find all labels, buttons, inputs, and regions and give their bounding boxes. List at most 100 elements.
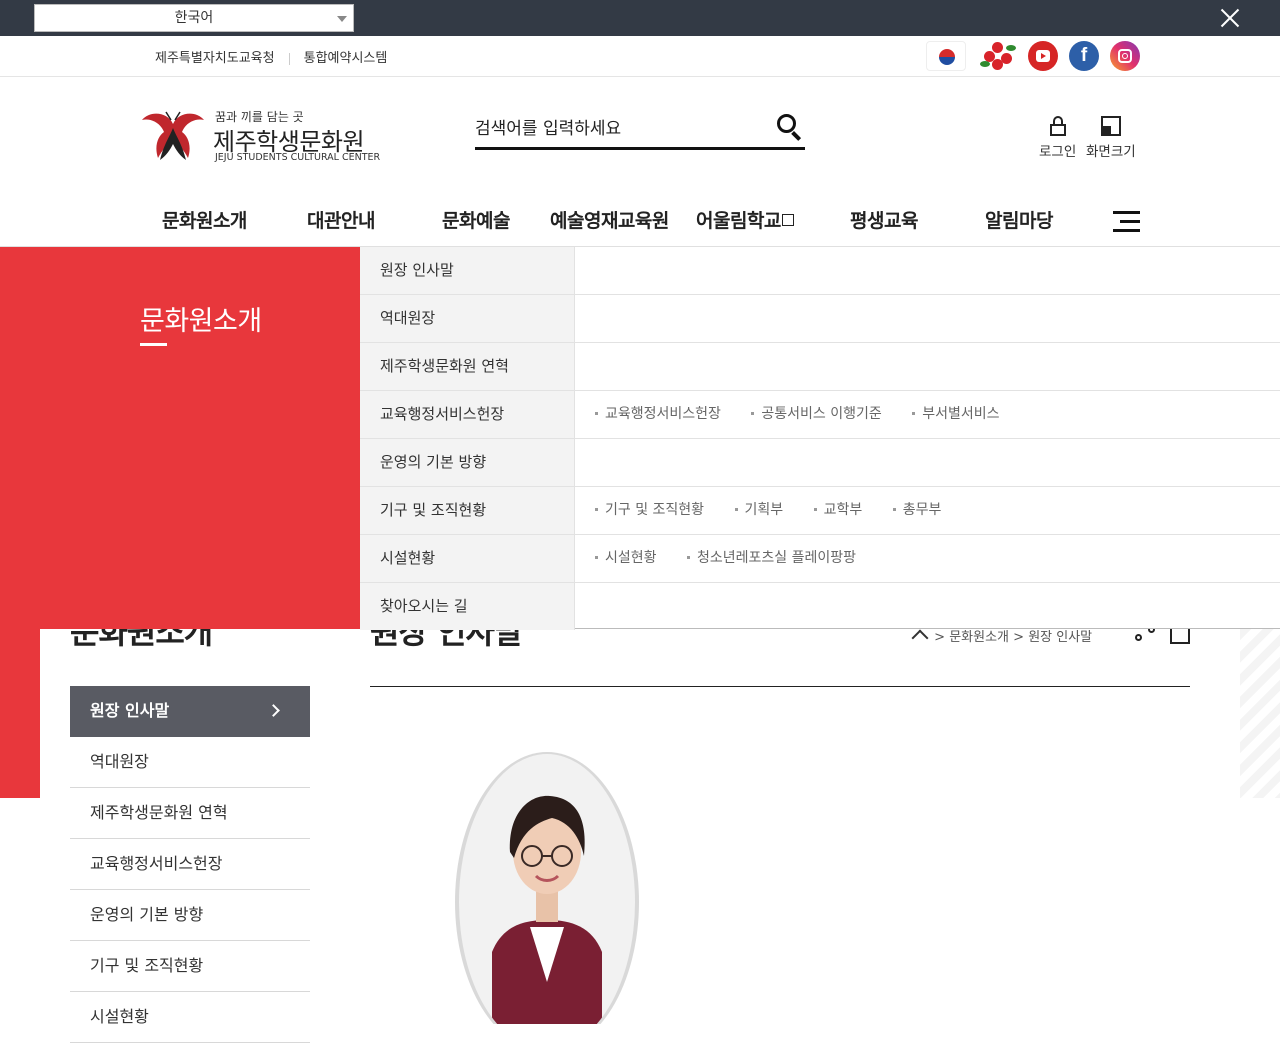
language-select[interactable]: 한국어 <box>34 4 354 32</box>
mega-subitem[interactable]: 교학부 <box>814 487 863 534</box>
mega-subitem[interactable]: 공통서비스 이행기준 <box>751 391 881 438</box>
close-icon[interactable] <box>1218 6 1242 30</box>
language-bar: 한국어 <box>0 0 1280 36</box>
search-icon[interactable] <box>775 112 805 142</box>
logo-english: JEJU STUDENTS CULTURAL CENTER <box>215 152 381 163</box>
taegeuk-shape <box>939 49 955 65</box>
mega-row: 교육행정서비스헌장 교육행정서비스헌장 공통서비스 이행기준 부서별서비스 <box>360 391 1280 439</box>
leaf <box>1006 45 1016 51</box>
mega-menu-title-panel: 문화원소개 <box>0 247 360 629</box>
util-link-education-office[interactable]: 제주특별자치도교육청 <box>155 47 275 66</box>
zoom-button[interactable]: 화면크기 <box>1086 116 1136 160</box>
utility-bar: 제주특별자치도교육청 통합예약시스템 f <box>0 36 1280 77</box>
mega-item-direction[interactable]: 운영의 기본 방향 <box>360 439 575 486</box>
mega-item-organization[interactable]: 기구 및 조직현황 <box>360 487 575 534</box>
gnb-item-school[interactable]: 어울림학교 <box>696 206 794 233</box>
chevron-right-icon <box>267 704 280 717</box>
mega-menu: 문화원소개 원장 인사말 역대원장 제주학생문화원 연혁 교육행정서비스헌장 교… <box>0 247 1280 631</box>
camellia-icon[interactable] <box>978 41 1018 71</box>
mega-row: 제주학생문화원 연혁 <box>360 343 1280 391</box>
search-input[interactable] <box>475 114 765 144</box>
mega-row: 찾아오시는 길 <box>360 583 1280 631</box>
lnb-item-direction[interactable]: 운영의 기본 방향 <box>70 890 310 941</box>
title-divider <box>370 686 1190 687</box>
gnb-item-arts[interactable]: 문화예술 <box>442 206 510 233</box>
mega-subitem[interactable]: 기구 및 조직현황 <box>595 487 704 534</box>
handle <box>791 131 802 141</box>
gnb-item-about[interactable]: 문화원소개 <box>162 206 247 233</box>
mega-subitem[interactable]: 청소년레포츠실 플레이팡팡 <box>687 535 856 582</box>
mega-row: 원장 인사말 <box>360 247 1280 295</box>
mega-item-greeting[interactable]: 원장 인사말 <box>360 247 575 294</box>
title-underline <box>140 343 167 346</box>
mega-row: 시설현황 시설현황 청소년레포츠실 플레이팡팡 <box>360 535 1280 583</box>
gnb-item-gifted[interactable]: 예술영재교육원 <box>550 206 669 233</box>
decorative-pattern <box>1240 629 1280 798</box>
bar <box>1113 229 1140 232</box>
login-label: 로그인 <box>1039 144 1077 160</box>
mega-subitem[interactable]: 교육행정서비스헌장 <box>595 391 721 438</box>
gnb-item-notice[interactable]: 알림마당 <box>985 206 1053 233</box>
korea-flag-icon[interactable] <box>926 41 966 71</box>
mega-subitems: 시설현황 청소년레포츠실 플레이팡팡 <box>595 535 882 582</box>
leaf <box>980 61 990 67</box>
mega-item-directions[interactable]: 찾아오시는 길 <box>360 583 575 630</box>
side-navigation: 원장 인사말 역대원장 제주학생문화원 연혁 교육행정서비스헌장 운영의 기본 … <box>70 686 310 1043</box>
gnb-item-rental[interactable]: 대관안내 <box>307 206 375 233</box>
bar <box>1113 211 1140 214</box>
mega-subitems: 기구 및 조직현황 기획부 교학부 총무부 <box>595 487 967 534</box>
external-link-icon <box>781 213 794 226</box>
lnb-item-greeting[interactable]: 원장 인사말 <box>70 686 310 737</box>
mega-subitem[interactable]: 시설현황 <box>595 535 657 582</box>
butterfly-logo-icon <box>142 111 204 160</box>
instagram-icon[interactable] <box>1110 41 1140 71</box>
mega-item-history[interactable]: 제주학생문화원 연혁 <box>360 343 575 390</box>
breadcrumb-separator: > <box>934 630 946 645</box>
zoom-label: 화면크기 <box>1086 144 1136 160</box>
mega-item-former-directors[interactable]: 역대원장 <box>360 295 575 342</box>
gnb-item-school-label: 어울림학교 <box>696 210 781 232</box>
youtube-icon[interactable] <box>1028 41 1058 71</box>
mega-menu-title: 문화원소개 <box>140 306 262 337</box>
breadcrumb-separator: > <box>1013 630 1025 645</box>
mega-item-service-charter[interactable]: 교육행정서비스헌장 <box>360 391 575 438</box>
lnb-item-organization[interactable]: 기구 및 조직현황 <box>70 941 310 992</box>
mega-row: 기구 및 조직현황 기구 및 조직현황 기획부 교학부 총무부 <box>360 487 1280 535</box>
petal <box>992 42 1003 53</box>
menu-icon[interactable] <box>1113 211 1140 233</box>
bar <box>1120 220 1140 223</box>
lnb-item-label: 원장 인사말 <box>90 701 170 720</box>
divider <box>288 52 290 65</box>
language-selected-value: 한국어 <box>174 10 214 26</box>
lnb-item-former-directors[interactable]: 역대원장 <box>70 737 310 788</box>
util-link-reservation[interactable]: 통합예약시스템 <box>304 47 388 66</box>
mega-subitem[interactable]: 부서별서비스 <box>912 391 999 438</box>
lnb-item-facilities[interactable]: 시설현황 <box>70 992 310 1043</box>
gnb-item-lifelong[interactable]: 평생교육 <box>850 206 918 233</box>
breadcrumb-item-current: 원장 인사말 <box>1028 630 1093 645</box>
petal <box>992 59 1003 70</box>
login-button[interactable]: 로그인 <box>1039 116 1076 160</box>
director-photo <box>455 752 639 1024</box>
lock-icon <box>1048 116 1068 136</box>
main-navigation: 문화원소개 대관안내 문화예술 예술영재교육원 어울림학교 평생교육 알림마당 <box>0 190 1280 247</box>
chevron-down-icon <box>337 16 347 22</box>
zoom-icon <box>1100 116 1121 136</box>
play-icon <box>1036 50 1050 62</box>
lnb-item-service-charter[interactable]: 교육행정서비스헌장 <box>70 839 310 890</box>
site-logo[interactable]: 꿈과 끼를 담는 곳 제주학생문화원 JEJU STUDENTS CULTURA… <box>140 108 400 168</box>
mega-item-facilities[interactable]: 시설현황 <box>360 535 575 582</box>
util-links: 제주특별자치도교육청 통합예약시스템 <box>155 47 387 66</box>
mega-subitem[interactable]: 총무부 <box>893 487 942 534</box>
decorative-red-panel <box>0 629 40 798</box>
mega-subitem[interactable]: 기획부 <box>735 487 784 534</box>
breadcrumb-item-about[interactable]: 문화원소개 <box>949 630 1009 645</box>
node <box>1135 634 1142 641</box>
lnb-item-history[interactable]: 제주학생문화원 연혁 <box>70 788 310 839</box>
facebook-icon[interactable]: f <box>1069 41 1099 71</box>
camera-icon <box>1118 49 1132 63</box>
home-icon[interactable] <box>913 632 927 644</box>
mega-subitems: 교육행정서비스헌장 공통서비스 이행기준 부서별서비스 <box>595 391 1025 438</box>
mega-row: 역대원장 <box>360 295 1280 343</box>
search-box <box>475 110 805 150</box>
